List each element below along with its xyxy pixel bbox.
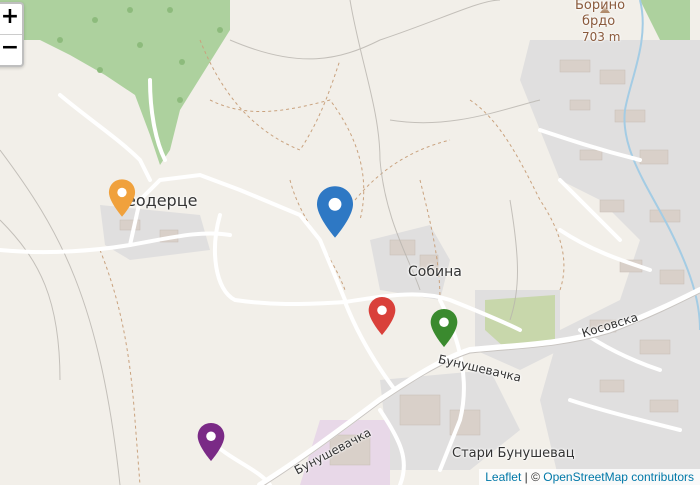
leaflet-link[interactable]: Leaflet [485,470,521,484]
place-label-stari-bunushevac: Стари Бунушевац [452,446,575,461]
place-label-sobina: Собина [408,264,462,280]
blue-marker[interactable] [315,185,355,239]
place-label-borino: Борино [575,0,626,13]
place-label-brdo: брдо [582,14,616,29]
purple-marker[interactable] [196,422,226,462]
red-marker[interactable] [367,296,397,336]
attribution-separator: | © [521,470,544,484]
place-label-odertse: еодерце [126,191,198,210]
zoom-out-button[interactable]: − [0,34,22,65]
residential-area [520,40,700,485]
zoom-in-button[interactable]: + [0,4,22,34]
map-tiles[interactable] [0,0,700,485]
forest-area [640,0,690,40]
osm-link[interactable]: OpenStreetMap contributors [543,470,694,484]
map-canvas[interactable]: Борино брдо 703 m еодерце Собина Косовск… [0,0,700,485]
zoom-control: + − [0,2,24,67]
attribution: Leaflet | © OpenStreetMap contributors [479,469,700,485]
orange-marker[interactable] [108,178,136,218]
elevation-label: 703 m [582,30,621,44]
green-marker[interactable] [429,308,459,348]
